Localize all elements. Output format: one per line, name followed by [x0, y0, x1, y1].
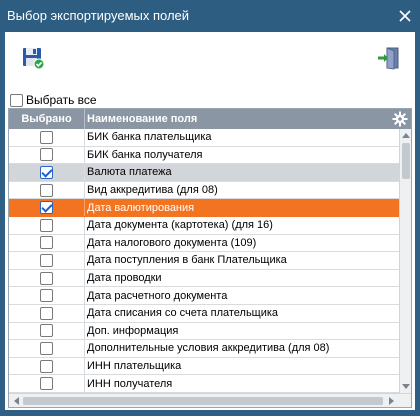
row-field-name: БИК банка плательщика: [87, 131, 212, 144]
save-button[interactable]: [19, 44, 47, 72]
horizontal-scroll-thumb[interactable]: [23, 397, 383, 405]
row-checkbox[interactable]: [40, 359, 53, 373]
row-field-name: ИНН плательщика: [87, 360, 182, 373]
row-selected-cell: [9, 287, 85, 304]
table-row[interactable]: Дата проводки: [9, 269, 399, 288]
column-header-field-name[interactable]: Наименование поля: [87, 109, 197, 129]
triangle-up-icon: [402, 133, 410, 138]
column-header-selected[interactable]: Выбрано: [9, 109, 85, 129]
row-selected-cell: [9, 199, 85, 216]
row-selected-cell: [9, 340, 85, 357]
row-selected-cell: [9, 146, 85, 164]
row-field-name: ИНН получателя: [87, 377, 173, 390]
row-checkbox[interactable]: [40, 289, 53, 303]
row-selected-cell: [9, 375, 85, 392]
row-checkbox[interactable]: [40, 306, 53, 320]
grid-settings-button[interactable]: [391, 110, 409, 128]
table-row[interactable]: Вид аккредитива (для 08): [9, 181, 399, 200]
fields-grid: Выбрано Наименование поля БИК банка плат…: [8, 108, 412, 408]
vertical-scroll-thumb[interactable]: [402, 143, 410, 179]
scroll-right-button[interactable]: [386, 395, 398, 407]
row-checkbox[interactable]: [40, 271, 53, 285]
select-all-label: Выбрать все: [26, 93, 97, 107]
grid-rows: БИК банка плательщика БИК банка получател…: [9, 129, 399, 393]
row-checkbox[interactable]: [40, 324, 53, 338]
table-row[interactable]: Дата валютирования: [9, 199, 399, 217]
select-all-checkbox[interactable]: Выбрать все: [10, 92, 97, 108]
table-row[interactable]: ИНН получателя: [9, 375, 399, 393]
grid-header: Выбрано Наименование поля: [9, 109, 411, 129]
row-field-name: Дата документа (картотека) (для 16): [87, 219, 273, 232]
table-row[interactable]: Дополнительные условия аккредитива (для …: [9, 340, 399, 358]
row-selected-cell: [9, 269, 85, 287]
vertical-scrollbar[interactable]: [399, 129, 411, 393]
row-field-name: Дата налогового документа (109): [87, 236, 257, 249]
triangle-down-icon: [402, 384, 410, 389]
row-field-name: Дата поступления в банк Плательщика: [87, 254, 287, 267]
table-row[interactable]: БИК банка получателя: [9, 146, 399, 165]
row-selected-cell: [9, 322, 85, 340]
close-button[interactable]: [390, 0, 420, 32]
exit-door-icon: [378, 47, 399, 70]
row-selected-cell: [9, 252, 85, 269]
row-field-name: Дата списания со счета плательщика: [87, 307, 279, 320]
table-row[interactable]: Доп. информация: [9, 322, 399, 341]
toolbar: [5, 32, 415, 90]
row-checkbox[interactable]: [40, 236, 53, 250]
table-row[interactable]: Дата налогового документа (109): [9, 234, 399, 253]
scroll-down-button[interactable]: [400, 381, 411, 393]
row-selected-cell: [9, 216, 85, 234]
row-field-name: Дата валютирования: [87, 201, 195, 214]
row-checkbox[interactable]: [40, 201, 53, 215]
gear-icon: [392, 111, 408, 127]
table-row[interactable]: Дата списания со счета плательщика: [9, 304, 399, 323]
row-selected-cell: [9, 234, 85, 252]
triangle-left-icon: [14, 397, 19, 405]
row-field-name: Дополнительные условия аккредитива (для …: [87, 342, 330, 355]
row-checkbox[interactable]: [40, 130, 53, 144]
row-checkbox[interactable]: [40, 341, 53, 355]
table-row[interactable]: Дата документа (картотека) (для 16): [9, 216, 399, 235]
save-check-icon: [23, 48, 45, 70]
export-fields-window: Выбор экспортируемых полей Выбрать все В…: [0, 0, 420, 416]
close-icon: [399, 10, 411, 22]
horizontal-scrollbar[interactable]: [9, 393, 411, 407]
row-checkbox[interactable]: [40, 253, 53, 267]
row-selected-cell: [9, 357, 85, 375]
row-checkbox[interactable]: [40, 377, 53, 391]
exit-button[interactable]: [375, 44, 403, 72]
row-field-name: Валюта платежа: [87, 166, 172, 179]
triangle-right-icon: [389, 397, 394, 405]
select-all-box[interactable]: [10, 93, 23, 107]
table-row[interactable]: БИК банка плательщика: [9, 129, 399, 147]
row-selected-cell: [9, 129, 85, 146]
row-checkbox[interactable]: [40, 165, 53, 179]
row-selected-cell: [9, 304, 85, 322]
row-checkbox[interactable]: [40, 183, 53, 197]
row-field-name: Дата расчетного документа: [87, 289, 228, 302]
row-selected-cell: [9, 164, 85, 181]
title-bar[interactable]: Выбор экспортируемых полей: [0, 0, 420, 32]
row-field-name: БИК банка получателя: [87, 148, 203, 161]
scroll-up-button[interactable]: [400, 129, 411, 141]
row-field-name: Дата проводки: [87, 272, 162, 285]
table-row[interactable]: Дата поступления в банк Плательщика: [9, 252, 399, 270]
row-checkbox[interactable]: [40, 148, 53, 162]
row-checkbox[interactable]: [40, 218, 53, 232]
table-row[interactable]: Валюта платежа: [9, 164, 399, 182]
window-title: Выбор экспортируемых полей: [7, 8, 190, 23]
table-row[interactable]: ИНН плательщика: [9, 357, 399, 376]
row-selected-cell: [9, 181, 85, 199]
window-client: Выбрать все Выбрано Наименование поля БИ…: [5, 32, 415, 410]
row-field-name: Доп. информация: [87, 324, 179, 337]
scroll-left-button[interactable]: [10, 395, 22, 407]
row-field-name: Вид аккредитива (для 08): [87, 184, 218, 197]
table-row[interactable]: Дата расчетного документа: [9, 287, 399, 305]
